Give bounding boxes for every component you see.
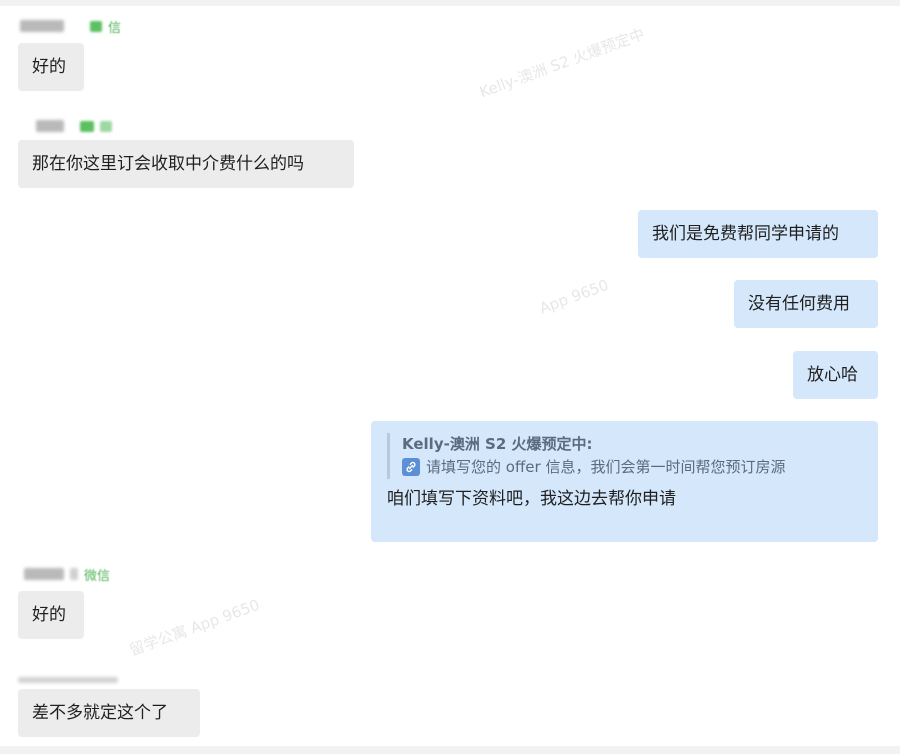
blurred-avatar-name bbox=[36, 120, 64, 132]
sender-name bbox=[36, 118, 112, 134]
quote-text: 请填写您的 offer 信息，我们会第一时间帮您预订房源 bbox=[426, 458, 786, 476]
top-edge bbox=[0, 0, 900, 6]
quote-content: 请填写您的 offer 信息，我们会第一时间帮您预订房源 bbox=[402, 455, 862, 479]
message-bubble-incoming[interactable]: 那在你这里订会收取中介费什么的吗 bbox=[18, 140, 354, 188]
message-text: 我们是免费帮同学申请的 bbox=[652, 224, 839, 244]
blurred-avatar-name bbox=[70, 568, 78, 580]
bottom-edge bbox=[0, 746, 900, 754]
link-icon bbox=[402, 458, 420, 476]
watermark: Kelly-澳洲 S2 火爆预定中 bbox=[477, 24, 648, 102]
message-text: 好的 bbox=[32, 605, 66, 625]
message-text: 好的 bbox=[32, 57, 66, 77]
sender-tag: 信 bbox=[108, 20, 122, 36]
message-text: 咱们填写下资料吧，我这边去帮你申请 bbox=[387, 489, 676, 509]
message-bubble-outgoing[interactable]: 没有任何费用 bbox=[734, 280, 878, 328]
sender-name: 微信 bbox=[24, 566, 111, 584]
blurred-avatar-name bbox=[18, 677, 118, 683]
blurred-avatar-name bbox=[24, 568, 64, 580]
blurred-tag bbox=[90, 20, 102, 32]
blurred-avatar-name bbox=[20, 20, 64, 32]
watermark: 留学公寓 App 9650 bbox=[127, 595, 263, 660]
message-text: 那在你这里订会收取中介费什么的吗 bbox=[32, 154, 304, 174]
message-bubble-outgoing[interactable]: 我们是免费帮同学申请的 bbox=[638, 210, 878, 258]
sender-tag: 微信 bbox=[84, 568, 111, 584]
message-text: 放心哈 bbox=[807, 365, 858, 385]
message-bubble-incoming[interactable]: 好的 bbox=[18, 591, 84, 639]
message-bubble-outgoing[interactable]: 放心哈 bbox=[793, 351, 878, 399]
sender-name bbox=[18, 672, 118, 688]
blurred-tag bbox=[100, 120, 112, 132]
message-bubble-incoming[interactable]: 差不多就定这个了 bbox=[18, 689, 200, 737]
quote-author: Kelly-澳洲 S2 火爆预定中: bbox=[402, 435, 593, 453]
message-bubble-incoming[interactable]: 好的 bbox=[18, 43, 84, 91]
quoted-message[interactable]: Kelly-澳洲 S2 火爆预定中: 请填写您的 offer 信息，我们会第一时… bbox=[387, 433, 862, 479]
message-bubble-quote-reply[interactable]: Kelly-澳洲 S2 火爆预定中: 请填写您的 offer 信息，我们会第一时… bbox=[371, 421, 878, 542]
sender-name: 信 bbox=[20, 18, 122, 36]
blurred-tag bbox=[80, 120, 94, 132]
message-text: 差不多就定这个了 bbox=[32, 703, 168, 723]
watermark: App 9650 bbox=[536, 275, 611, 318]
message-text: 没有任何费用 bbox=[748, 294, 850, 314]
